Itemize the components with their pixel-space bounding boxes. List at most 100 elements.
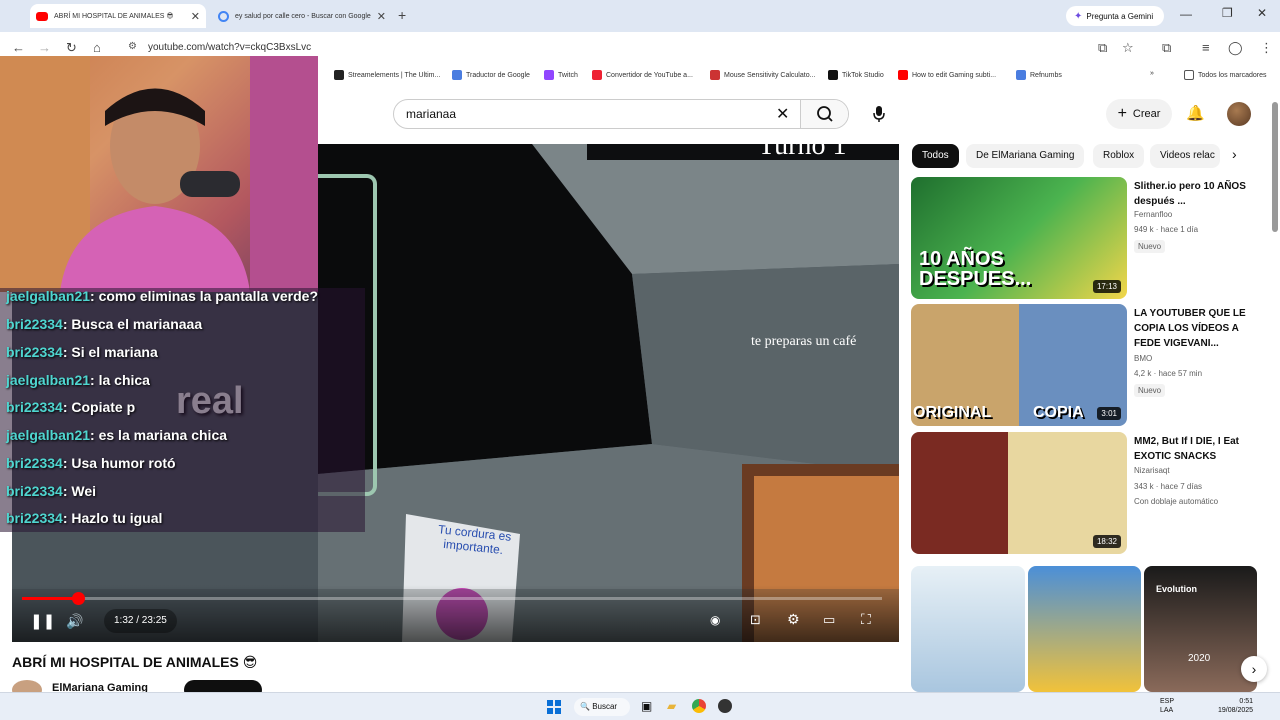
bookmark-label: Convertidor de YouTube a... (606, 71, 693, 79)
progress-scrubber[interactable] (71, 592, 85, 605)
page-scrollbar[interactable] (1272, 94, 1278, 692)
recommendation-item[interactable]: ORIGINAL COPIA 3:01 LA YOUTUBER QUE LE C… (911, 304, 1271, 426)
duration-badge: 3:01 (1097, 407, 1121, 420)
more-bookmarks-icon[interactable]: » (1150, 70, 1154, 77)
profile-icon[interactable]: ◯ (1228, 40, 1243, 56)
recommendation-title[interactable]: Slither.io pero 10 AÑOS después ... (1134, 179, 1262, 209)
bookmarks-bar: Streamelements | The Ultim... Traductor … (318, 64, 1280, 88)
install-app-icon[interactable]: ⧉ (1098, 40, 1107, 56)
chat-message: bri22334: Copiate p (6, 399, 135, 415)
recommendation-title[interactable]: LA YOUTUBER QUE LE COPIA LOS VÍDEOS A FE… (1134, 306, 1262, 351)
search-input[interactable] (406, 107, 766, 121)
tab-youtube[interactable]: ABRÍ MI HOSPITAL DE ANIMALES 😎 ✕ (30, 4, 206, 28)
recommendation-channel[interactable]: Fernanfloo (1134, 210, 1172, 219)
create-button[interactable]: + Crear (1106, 99, 1172, 129)
media-icon[interactable]: ≡ (1202, 40, 1210, 55)
recommendation-channel[interactable]: BMO (1134, 354, 1152, 363)
chips-next-icon[interactable]: › (1232, 146, 1237, 162)
close-tab-icon[interactable]: ✕ (191, 10, 200, 23)
video-thumbnail[interactable]: ORIGINAL COPIA 3:01 (911, 304, 1127, 426)
bookmark-label: How to edit Gaming subti... (912, 71, 997, 79)
chat-username: bri22334 (6, 344, 63, 360)
recommendation-title[interactable]: MM2, But If I DIE, I Eat EXOTIC SNACKS (1134, 434, 1262, 464)
bookmark-label: Refnumbs (1030, 71, 1062, 79)
file-explorer-icon[interactable]: ▰ (667, 699, 676, 713)
google-favicon-icon (218, 10, 229, 22)
recommendation-meta: 343 k · hace 7 días (1134, 482, 1203, 491)
stream-chat-overlay: jaelgalban21: como eliminas la pantalla … (0, 288, 365, 532)
shorts-next-button[interactable]: › (1241, 656, 1267, 682)
close-tab-icon[interactable]: ✕ (377, 10, 386, 23)
close-window-button[interactable]: ✕ (1257, 6, 1267, 20)
windows-taskbar: 🔍 Buscar ▣ ▰ ESP LAA 0:51 19/08/2025 (0, 692, 1280, 720)
new-tab-button[interactable]: + (398, 7, 406, 23)
chip-all[interactable]: Todos (912, 144, 959, 168)
all-bookmarks[interactable]: Todos los marcadores (1184, 70, 1266, 80)
youtube-bookmark-icon (898, 70, 908, 80)
bookmark-item[interactable]: How to edit Gaming subti... (898, 70, 996, 80)
scrollbar-thumb[interactable] (1272, 102, 1278, 232)
forward-arrow-icon[interactable]: → (38, 40, 51, 55)
chip-related[interactable]: Videos relac (1150, 144, 1220, 168)
settings-gear-icon[interactable]: ⚙ (787, 611, 800, 628)
recommendation-item[interactable]: 10 AÑOS DESPUES... 17:13 Slither.io pero… (911, 177, 1271, 299)
windows-start-icon[interactable] (547, 700, 561, 714)
chat-message: bri22334: Si el mariana (6, 344, 158, 360)
short-thumbnail[interactable] (911, 566, 1025, 692)
gemini-label: Pregunta a Gemini (1086, 11, 1154, 21)
reload-icon[interactable]: ↻ (66, 40, 77, 56)
gemini-button[interactable]: ✦ Pregunta a Gemini (1066, 6, 1164, 26)
notifications-bell-icon[interactable]: 🔔 (1186, 104, 1205, 122)
bookmark-item[interactable]: Traductor de Google (452, 70, 530, 80)
home-icon[interactable]: ⌂ (93, 40, 101, 55)
bookmark-item[interactable]: Refnumbs (1016, 70, 1062, 80)
video-thumbnail[interactable]: 10 AÑOS DESPUES... 17:13 (911, 177, 1127, 299)
pause-icon[interactable]: ❚❚ (30, 612, 55, 630)
recommendation-item[interactable]: 18:32 MM2, But If I DIE, I Eat EXOTIC SN… (911, 432, 1271, 554)
search-button[interactable] (800, 100, 848, 128)
bookmark-item[interactable]: Mouse Sensitivity Calculato... (710, 70, 815, 80)
menu-icon[interactable]: ⋮ (1260, 40, 1273, 56)
maximize-button[interactable]: ❐ (1222, 6, 1233, 20)
bookmark-item[interactable]: TikTok Studio (828, 70, 884, 80)
taskbar-search[interactable]: 🔍 Buscar (574, 698, 630, 716)
account-avatar[interactable] (1227, 102, 1251, 126)
task-view-icon[interactable]: ▣ (641, 699, 652, 713)
progress-fill (22, 597, 78, 600)
extensions-icon[interactable]: ⧉ (1162, 40, 1171, 56)
turno-banner (587, 144, 899, 160)
subtitles-icon[interactable]: ⊡ (750, 612, 761, 628)
obs-icon[interactable] (718, 699, 732, 713)
system-clock[interactable]: 0:51 19/08/2025 (1218, 697, 1253, 715)
chat-username: jaelgalban21 (6, 427, 91, 443)
turno-text: Turno 1 (758, 144, 847, 161)
dubbing-label: Con doblaje automático (1134, 497, 1219, 506)
chrome-icon[interactable] (692, 699, 706, 713)
fullscreen-icon[interactable]: ⛶ (861, 611, 871, 628)
back-arrow-icon[interactable]: ← (12, 40, 25, 55)
bookmark-item[interactable]: Convertidor de YouTube a... (592, 70, 693, 80)
volume-icon[interactable]: 🔊 (66, 613, 83, 630)
chip-channel[interactable]: De ElMariana Gaming (966, 144, 1085, 168)
bookmark-star-icon[interactable]: ☆ (1122, 40, 1134, 56)
minimize-button[interactable]: — (1180, 7, 1192, 21)
translate-icon (452, 70, 462, 80)
streamer-silhouette (0, 56, 318, 292)
bookmark-item[interactable]: Streamelements | The Ultim... (334, 70, 440, 80)
bookmark-item[interactable]: Twitch (544, 70, 578, 80)
site-info-icon[interactable]: ⚙ (128, 41, 137, 52)
short-thumbnail[interactable] (1028, 566, 1141, 692)
video-thumbnail[interactable]: 18:32 (911, 432, 1127, 554)
recommendation-channel[interactable]: Nizarisaqt (1134, 466, 1170, 475)
language-indicator[interactable]: ESP LAA (1160, 697, 1174, 715)
chip-roblox[interactable]: Roblox (1093, 144, 1145, 168)
short-thumbnail[interactable]: Evolution 2020 (1144, 566, 1257, 692)
clear-search-icon[interactable]: ✕ (776, 104, 789, 124)
cafe-text: te preparas un café (751, 334, 857, 349)
tab-google[interactable]: ey salud por calle cero - Buscar con Goo… (212, 4, 392, 28)
chat-message: bri22334: Hazlo tu igual (6, 510, 162, 526)
theater-mode-icon[interactable]: ▭ (823, 612, 835, 628)
progress-track[interactable] (22, 592, 882, 605)
voice-search-button[interactable] (866, 101, 892, 127)
autoplay-toggle-icon[interactable]: ◉ (710, 613, 720, 627)
